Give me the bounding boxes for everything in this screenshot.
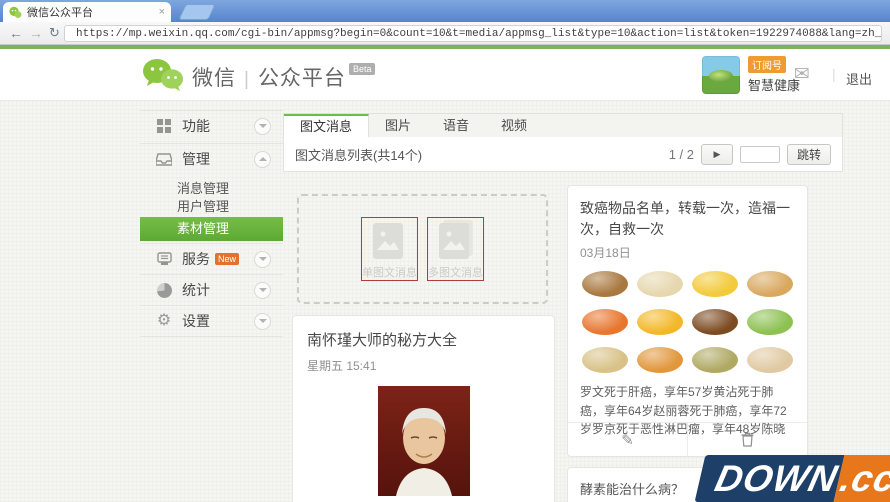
article-card-carcinogen[interactable]: 致癌物品名单，转载一次，造福一次，自救一次 03月18日 罗文死于肝癌，享年57… xyxy=(567,185,808,457)
pencil-icon: ✎ xyxy=(621,431,634,449)
food-blob xyxy=(580,343,631,376)
header-divider: | xyxy=(832,66,836,82)
food-blob xyxy=(744,305,795,338)
card-action-bar: ✎ xyxy=(568,422,807,456)
sidebar-divider xyxy=(140,336,283,337)
tab-close-icon[interactable]: × xyxy=(159,6,165,18)
tab-video[interactable]: 视频 xyxy=(485,114,543,137)
single-richtext-label: 单图文消息 xyxy=(362,267,417,279)
article-date: 星期五 15:41 xyxy=(307,359,377,373)
gear-icon: ⚙ xyxy=(156,312,172,329)
article-card-nanhuaijin[interactable]: 南怀瑾大师的秘方大全 星期五 15:41 1 心肾气交的睡觉法我们常常讲，人老有… xyxy=(292,315,555,502)
chevron-down-icon[interactable] xyxy=(254,117,271,135)
chevron-down-icon[interactable] xyxy=(254,312,271,330)
chevron-down-icon[interactable] xyxy=(254,281,271,299)
article-date: 03月18日 xyxy=(580,246,631,260)
sidebar-item-features[interactable]: 功能 xyxy=(140,110,283,141)
article-title: 致癌物品名单，转载一次，造福一次，自救一次 xyxy=(580,200,790,237)
brand-platform: 公众平台 xyxy=(257,67,346,90)
account-name: 智慧健康 xyxy=(748,78,801,93)
inbox-icon xyxy=(156,151,172,167)
sidebar-item-label: 功能 xyxy=(182,118,210,134)
account-avatar[interactable] xyxy=(702,56,740,94)
tab-richtext[interactable]: 图文消息 xyxy=(284,114,370,139)
food-blob xyxy=(635,267,686,300)
chevron-up-icon[interactable] xyxy=(254,150,271,168)
next-page-button[interactable]: ▶ xyxy=(700,143,733,165)
wechat-logo-icon xyxy=(143,59,183,91)
pie-chart-icon xyxy=(156,282,172,298)
single-image-placeholder-icon xyxy=(372,223,407,261)
food-blob xyxy=(690,305,741,338)
food-blob xyxy=(690,267,741,300)
account-type-badge: 订阅号 xyxy=(748,56,786,73)
sidebar-item-service[interactable]: 服务 New xyxy=(140,243,283,274)
downcc-watermark: DOWN .cc xyxy=(694,455,890,502)
beta-badge: Beta xyxy=(348,63,376,75)
forward-icon[interactable]: → xyxy=(29,23,43,43)
tab-image[interactable]: 图片 xyxy=(369,114,427,137)
food-blob xyxy=(744,267,795,300)
browser-window: 微信公众平台 × ← → ↻ https://mp.weixin.qq.com/… xyxy=(0,0,890,502)
watermark-right: .cc xyxy=(833,455,890,502)
delete-button[interactable] xyxy=(688,423,807,456)
new-badge: New xyxy=(215,253,240,265)
url-text: https://mp.weixin.qq.com/cgi-bin/appmsg?… xyxy=(76,27,882,40)
tab-voice[interactable]: 语音 xyxy=(427,114,485,137)
sidebar-item-user-manage[interactable]: 用户管理 xyxy=(140,198,283,216)
list-header: 图文消息列表(共14个) 1 / 2 ▶ 跳转 xyxy=(283,137,843,172)
browser-tab-title: 微信公众平台 xyxy=(27,7,93,19)
food-blob xyxy=(580,267,631,300)
brand-divider: | xyxy=(244,69,250,90)
sidebar-item-label: 设置 xyxy=(182,313,210,329)
sidebar-item-message-manage[interactable]: 消息管理 xyxy=(140,180,283,198)
food-blob xyxy=(580,305,631,338)
printer-icon xyxy=(156,251,172,267)
chevron-down-icon[interactable] xyxy=(254,250,271,268)
pagination: 1 / 2 ▶ 跳转 xyxy=(668,143,831,165)
envelope-icon[interactable]: ✉ xyxy=(794,63,810,86)
trash-icon xyxy=(741,432,754,447)
grid-icon xyxy=(156,118,172,134)
refresh-icon[interactable]: ↻ xyxy=(49,23,60,43)
sidebar-item-statistics[interactable]: 统计 xyxy=(140,274,283,305)
brand-title: 微信 | 公众平台 Beta xyxy=(192,62,376,92)
page-jump-input[interactable] xyxy=(739,145,780,163)
material-tabbar: 图文消息 图片 语音 视频 xyxy=(283,113,843,139)
page-indicator: 1 / 2 xyxy=(668,146,694,162)
wechat-favicon-icon xyxy=(9,6,22,18)
sidebar-item-label: 统计 xyxy=(182,282,210,298)
browser-tab[interactable]: 微信公众平台 × xyxy=(3,2,171,22)
brand-wechat: 微信 xyxy=(192,67,236,90)
back-icon[interactable]: ← xyxy=(9,23,23,43)
play-icon: ▶ xyxy=(713,148,721,159)
watermark-left: DOWN xyxy=(694,455,845,502)
single-richtext-button[interactable]: 单图文消息 xyxy=(361,217,418,281)
article-title: 南怀瑾大师的秘方大全 xyxy=(307,332,458,349)
sidebar-item-label: 管理 xyxy=(182,151,210,167)
edit-button[interactable]: ✎ xyxy=(568,423,688,456)
food-blob xyxy=(635,305,686,338)
multi-richtext-label: 多图文消息 xyxy=(428,267,483,279)
food-blob xyxy=(690,343,741,376)
address-bar[interactable]: https://mp.weixin.qq.com/cgi-bin/appmsg?… xyxy=(64,25,882,42)
food-blob xyxy=(635,343,686,376)
article-portrait-image xyxy=(377,386,470,501)
sidebar-item-material-manage[interactable]: 素材管理 xyxy=(140,217,283,241)
logout-link[interactable]: 退出 xyxy=(846,69,872,88)
new-tab-button[interactable] xyxy=(178,4,216,20)
jump-button[interactable]: 跳转 xyxy=(786,143,831,165)
multi-richtext-button[interactable]: 多图文消息 xyxy=(427,217,484,281)
list-title: 图文消息列表(共14个) xyxy=(295,147,423,163)
multi-image-placeholder-icon xyxy=(438,220,473,261)
sidebar-item-label: 服务 xyxy=(182,251,210,267)
new-message-composer: 单图文消息 多图文消息 xyxy=(297,194,548,304)
browser-tabstrip: 微信公众平台 × xyxy=(0,0,890,22)
food-blob xyxy=(744,343,795,376)
sidebar-item-settings[interactable]: ⚙ 设置 xyxy=(140,305,283,336)
article-food-grid-image xyxy=(580,267,795,376)
sidebar-item-manage[interactable]: 管理 xyxy=(140,143,283,174)
